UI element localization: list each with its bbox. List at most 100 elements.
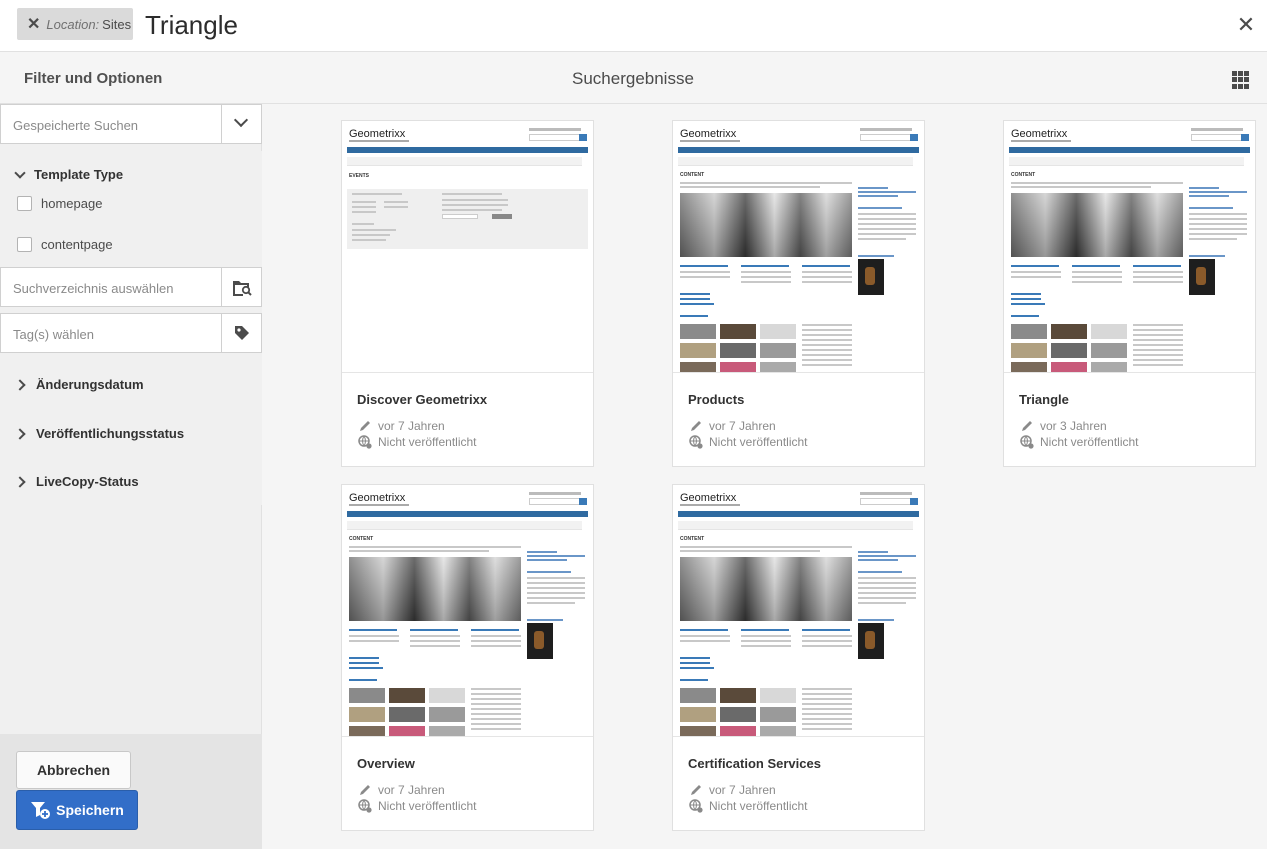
thumbnail-sidebar-text — [858, 582, 916, 584]
thumbnail-column-heading — [471, 629, 519, 631]
thumbnail-text — [1133, 344, 1183, 346]
thumbnail-text — [741, 281, 791, 283]
thumbnail-image — [429, 726, 465, 736]
thumbnail-tagline — [349, 504, 409, 506]
save-search-button[interactable]: Speichern — [16, 790, 138, 830]
thumbnail-image — [720, 726, 756, 736]
save-search-label: Speichern — [56, 802, 124, 818]
result-card[interactable]: Geometrixx EVENTS Discover Geometrixx vor… — [341, 120, 594, 467]
thumbnail-sidebar-link — [1189, 191, 1247, 193]
tags-field[interactable]: Tag(s) wählen — [0, 313, 262, 353]
thumbnail-tagline — [680, 140, 740, 142]
thumbnail-sidebar-text — [1189, 223, 1247, 225]
thumbnail-photo — [680, 193, 852, 257]
card-thumbnail[interactable]: Geometrixx CONTENT — [673, 121, 924, 373]
checkbox-homepage[interactable]: homepage — [17, 196, 102, 211]
thumbnail-text — [352, 211, 376, 213]
result-card[interactable]: Geometrixx CONTENT Products vor 7 Jahren — [672, 120, 925, 467]
thumbnail-search — [860, 498, 918, 505]
pencil-icon — [357, 419, 373, 433]
saved-search-dropdown-button[interactable] — [221, 105, 261, 143]
thumbnail-text — [352, 201, 376, 203]
checkbox[interactable] — [17, 237, 32, 252]
chevron-right-icon — [14, 475, 26, 488]
thumbnail-image — [720, 362, 756, 372]
browse-path-button[interactable] — [221, 268, 261, 306]
thumbnail-sidebar-link — [1189, 195, 1229, 197]
checkbox-label: contentpage — [41, 237, 113, 252]
result-card[interactable]: Geometrixx CONTENT Triangle vor 3 Jahren — [1003, 120, 1256, 467]
remove-location-icon[interactable]: ✕ — [27, 14, 40, 34]
accordion-livecopy-status[interactable]: LiveCopy-Status — [14, 474, 139, 489]
accordion-publication-status[interactable]: Veröffentlichungsstatus — [14, 426, 185, 441]
thumbnail-text — [802, 329, 852, 331]
card-modified-text: vor 7 Jahren — [709, 419, 776, 433]
thumbnail-text — [352, 234, 390, 236]
thumbnail-toplinks — [860, 492, 912, 495]
result-card[interactable]: Geometrixx CONTENT Overview vor 7 Jahren — [341, 484, 594, 831]
card-thumbnail[interactable]: Geometrixx CONTENT — [673, 485, 924, 737]
thumbnail-text — [802, 708, 852, 710]
thumbnail-image — [760, 324, 796, 339]
thumbnail-text — [802, 635, 852, 637]
thumbnail-sidebar-link — [858, 555, 916, 557]
thumbnail-sidebar-text — [858, 218, 916, 220]
card-modified: vor 7 Jahren — [357, 419, 445, 433]
chevron-right-icon — [14, 378, 26, 391]
saved-search-select[interactable]: Gespeicherte Suchen — [0, 104, 262, 144]
result-card[interactable]: Geometrixx CONTENT Certification Service… — [672, 484, 925, 831]
card-publish-status: Nicht veröffentlicht — [357, 435, 477, 449]
thumbnail-text — [1133, 364, 1183, 366]
card-thumbnail[interactable]: Geometrixx EVENTS — [342, 121, 593, 373]
thumbnail-text — [680, 182, 852, 184]
thumbnail-image — [760, 362, 796, 372]
thumbnail-heading: CONTENT — [680, 536, 705, 542]
thumbnail-search — [860, 134, 918, 141]
cancel-button[interactable]: Abbrechen — [16, 751, 131, 789]
thumbnail-sidebar-text — [527, 602, 575, 604]
thumbnail-text — [1011, 271, 1061, 273]
thumbnail-text — [352, 223, 374, 225]
thumbnail-text — [1133, 281, 1183, 283]
thumbnail-link — [349, 679, 377, 681]
thumbnail-column-heading — [410, 629, 458, 631]
close-search-icon[interactable]: ✕ — [1235, 13, 1257, 37]
thumbnail-nav — [1009, 147, 1250, 153]
thumbnail-sidebar-text — [858, 577, 916, 579]
thumbnail-text — [410, 635, 460, 637]
thumbnail-text — [471, 693, 521, 695]
browse-tags-button[interactable] — [221, 314, 261, 352]
thumbnail-image — [389, 688, 425, 703]
thumbnail-book — [527, 623, 553, 659]
card-thumbnail[interactable]: Geometrixx CONTENT — [342, 485, 593, 737]
location-chip[interactable]: ✕ Location: Sites — [17, 8, 133, 40]
thumbnail-sidebar-link — [858, 255, 894, 257]
card-publish-status: Nicht veröffentlicht — [357, 799, 477, 813]
path-browser-field[interactable]: Suchverzeichnis auswählen — [0, 267, 262, 307]
thumbnail-column-heading — [741, 265, 789, 267]
thumbnail-image — [680, 688, 716, 703]
accordion-label: Veröffentlichungsstatus — [36, 426, 185, 441]
template-type-toggle[interactable]: Template Type — [14, 166, 123, 182]
thumbnail-text — [802, 344, 852, 346]
thumbnail-input — [442, 214, 478, 219]
checkbox[interactable] — [17, 196, 32, 211]
search-query-input[interactable]: Triangle — [145, 10, 238, 41]
thumbnail-image — [720, 707, 756, 722]
card-publish-status: Nicht veröffentlicht — [1019, 435, 1139, 449]
chevron-down-icon — [14, 166, 26, 179]
thumbnail-toplinks — [529, 492, 581, 495]
thumbnail-image — [1091, 324, 1127, 339]
thumbnail-text — [802, 334, 852, 336]
globe-icon — [688, 435, 704, 449]
view-grid-icon[interactable] — [1232, 71, 1250, 89]
checkbox-contentpage[interactable]: contentpage — [17, 237, 113, 252]
thumbnail-link — [680, 679, 708, 681]
thumbnail-sidebar-text — [1189, 233, 1247, 235]
thumbnail-sidebar-link — [858, 619, 894, 621]
card-thumbnail[interactable]: Geometrixx CONTENT — [1004, 121, 1255, 373]
accordion-modified-date[interactable]: Änderungsdatum — [14, 377, 144, 392]
thumbnail-link — [680, 293, 710, 295]
thumbnail-text — [471, 723, 521, 725]
thumbnail-sidebar-text — [1189, 228, 1247, 230]
